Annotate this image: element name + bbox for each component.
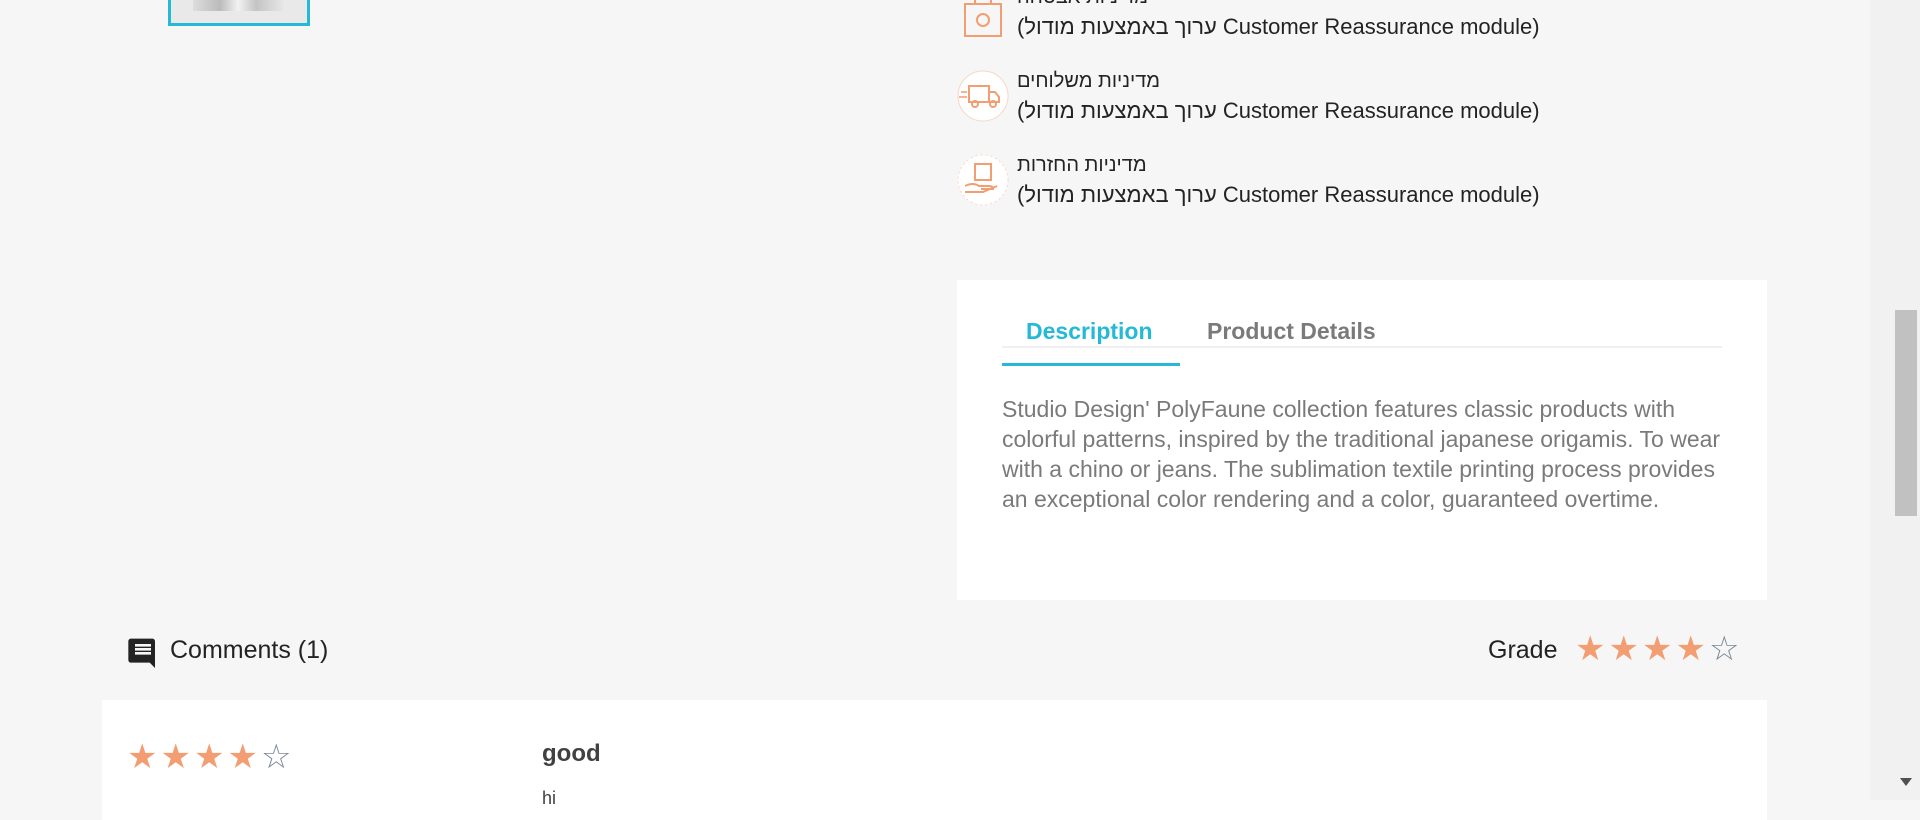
scrollbar-thumb[interactable] xyxy=(1895,310,1917,516)
comments-header: Comments (1) Grade ★ ★ ★ ★ ☆ xyxy=(127,632,1767,676)
star-filled-icon: ★ xyxy=(1608,630,1639,668)
active-tab-indicator xyxy=(1002,363,1180,366)
comments-count-label: Comments (1) xyxy=(170,636,329,664)
reassurance-desc: (ערוך באמצעות מודול Customer Reassurance… xyxy=(1017,14,1540,39)
security-bag-icon xyxy=(964,0,1002,37)
star-filled-icon: ★ xyxy=(1675,630,1706,668)
product-info-card: Description Product Details Studio Desig… xyxy=(957,280,1767,600)
star-empty-icon: ☆ xyxy=(260,738,292,776)
review-stars: ★ ★ ★ ★ ☆ xyxy=(127,740,291,774)
return-box-icon xyxy=(957,154,1009,206)
product-page: מדיניות אבטחה (ערוך באמצעות מודול Custom… xyxy=(0,0,1870,820)
scroll-down-arrow-icon[interactable] xyxy=(1900,778,1912,786)
product-thumbnail[interactable] xyxy=(168,0,310,26)
thumbnail-image xyxy=(193,0,283,11)
star-filled-icon: ★ xyxy=(127,738,158,776)
delivery-truck-icon xyxy=(957,70,1009,122)
review-item: ★ ★ ★ ★ ☆ good hi xyxy=(102,700,1767,820)
product-description: Studio Design' PolyFaune collection feat… xyxy=(1002,396,1721,512)
page-scrollbar[interactable] xyxy=(1870,0,1920,800)
comment-icon xyxy=(128,638,155,668)
reassurance-title: מדיניות משלוחים xyxy=(1017,70,1161,92)
review-title: good xyxy=(542,740,601,767)
reassurance-item-returns: מדיניות החזרות (ערוך באמצעות מודול Custo… xyxy=(957,154,1597,224)
reassurance-item-security: מדיניות אבטחה (ערוך באמצעות מודול Custom… xyxy=(957,0,1597,56)
grade-label: Grade xyxy=(1488,636,1558,664)
reassurance-title: מדיניות החזרות xyxy=(1017,154,1147,176)
star-filled-icon: ★ xyxy=(1641,630,1673,668)
reassurance-desc: (ערוך באמצעות מודול Customer Reassurance… xyxy=(1017,182,1540,207)
star-empty-icon: ☆ xyxy=(1708,630,1740,668)
star-filled-icon: ★ xyxy=(227,738,258,776)
star-filled-icon: ★ xyxy=(193,738,225,776)
reassurance-title: מדיניות אבטחה xyxy=(1017,0,1148,9)
reassurance-item-shipping: מדיניות משלוחים (ערוך באמצעות מודול Cust… xyxy=(957,70,1597,140)
review-body: hi xyxy=(542,788,557,808)
tab-description[interactable]: Description xyxy=(1026,318,1153,345)
tab-product-details[interactable]: Product Details xyxy=(1207,318,1376,345)
reassurance-desc: (ערוך באמצעות מודול Customer Reassurance… xyxy=(1017,98,1540,123)
star-filled-icon: ★ xyxy=(1575,630,1606,668)
product-tabs: Description Product Details xyxy=(1002,318,1722,366)
grade-stars: ★ ★ ★ ★ ☆ xyxy=(1575,632,1739,666)
star-filled-icon: ★ xyxy=(160,738,191,776)
